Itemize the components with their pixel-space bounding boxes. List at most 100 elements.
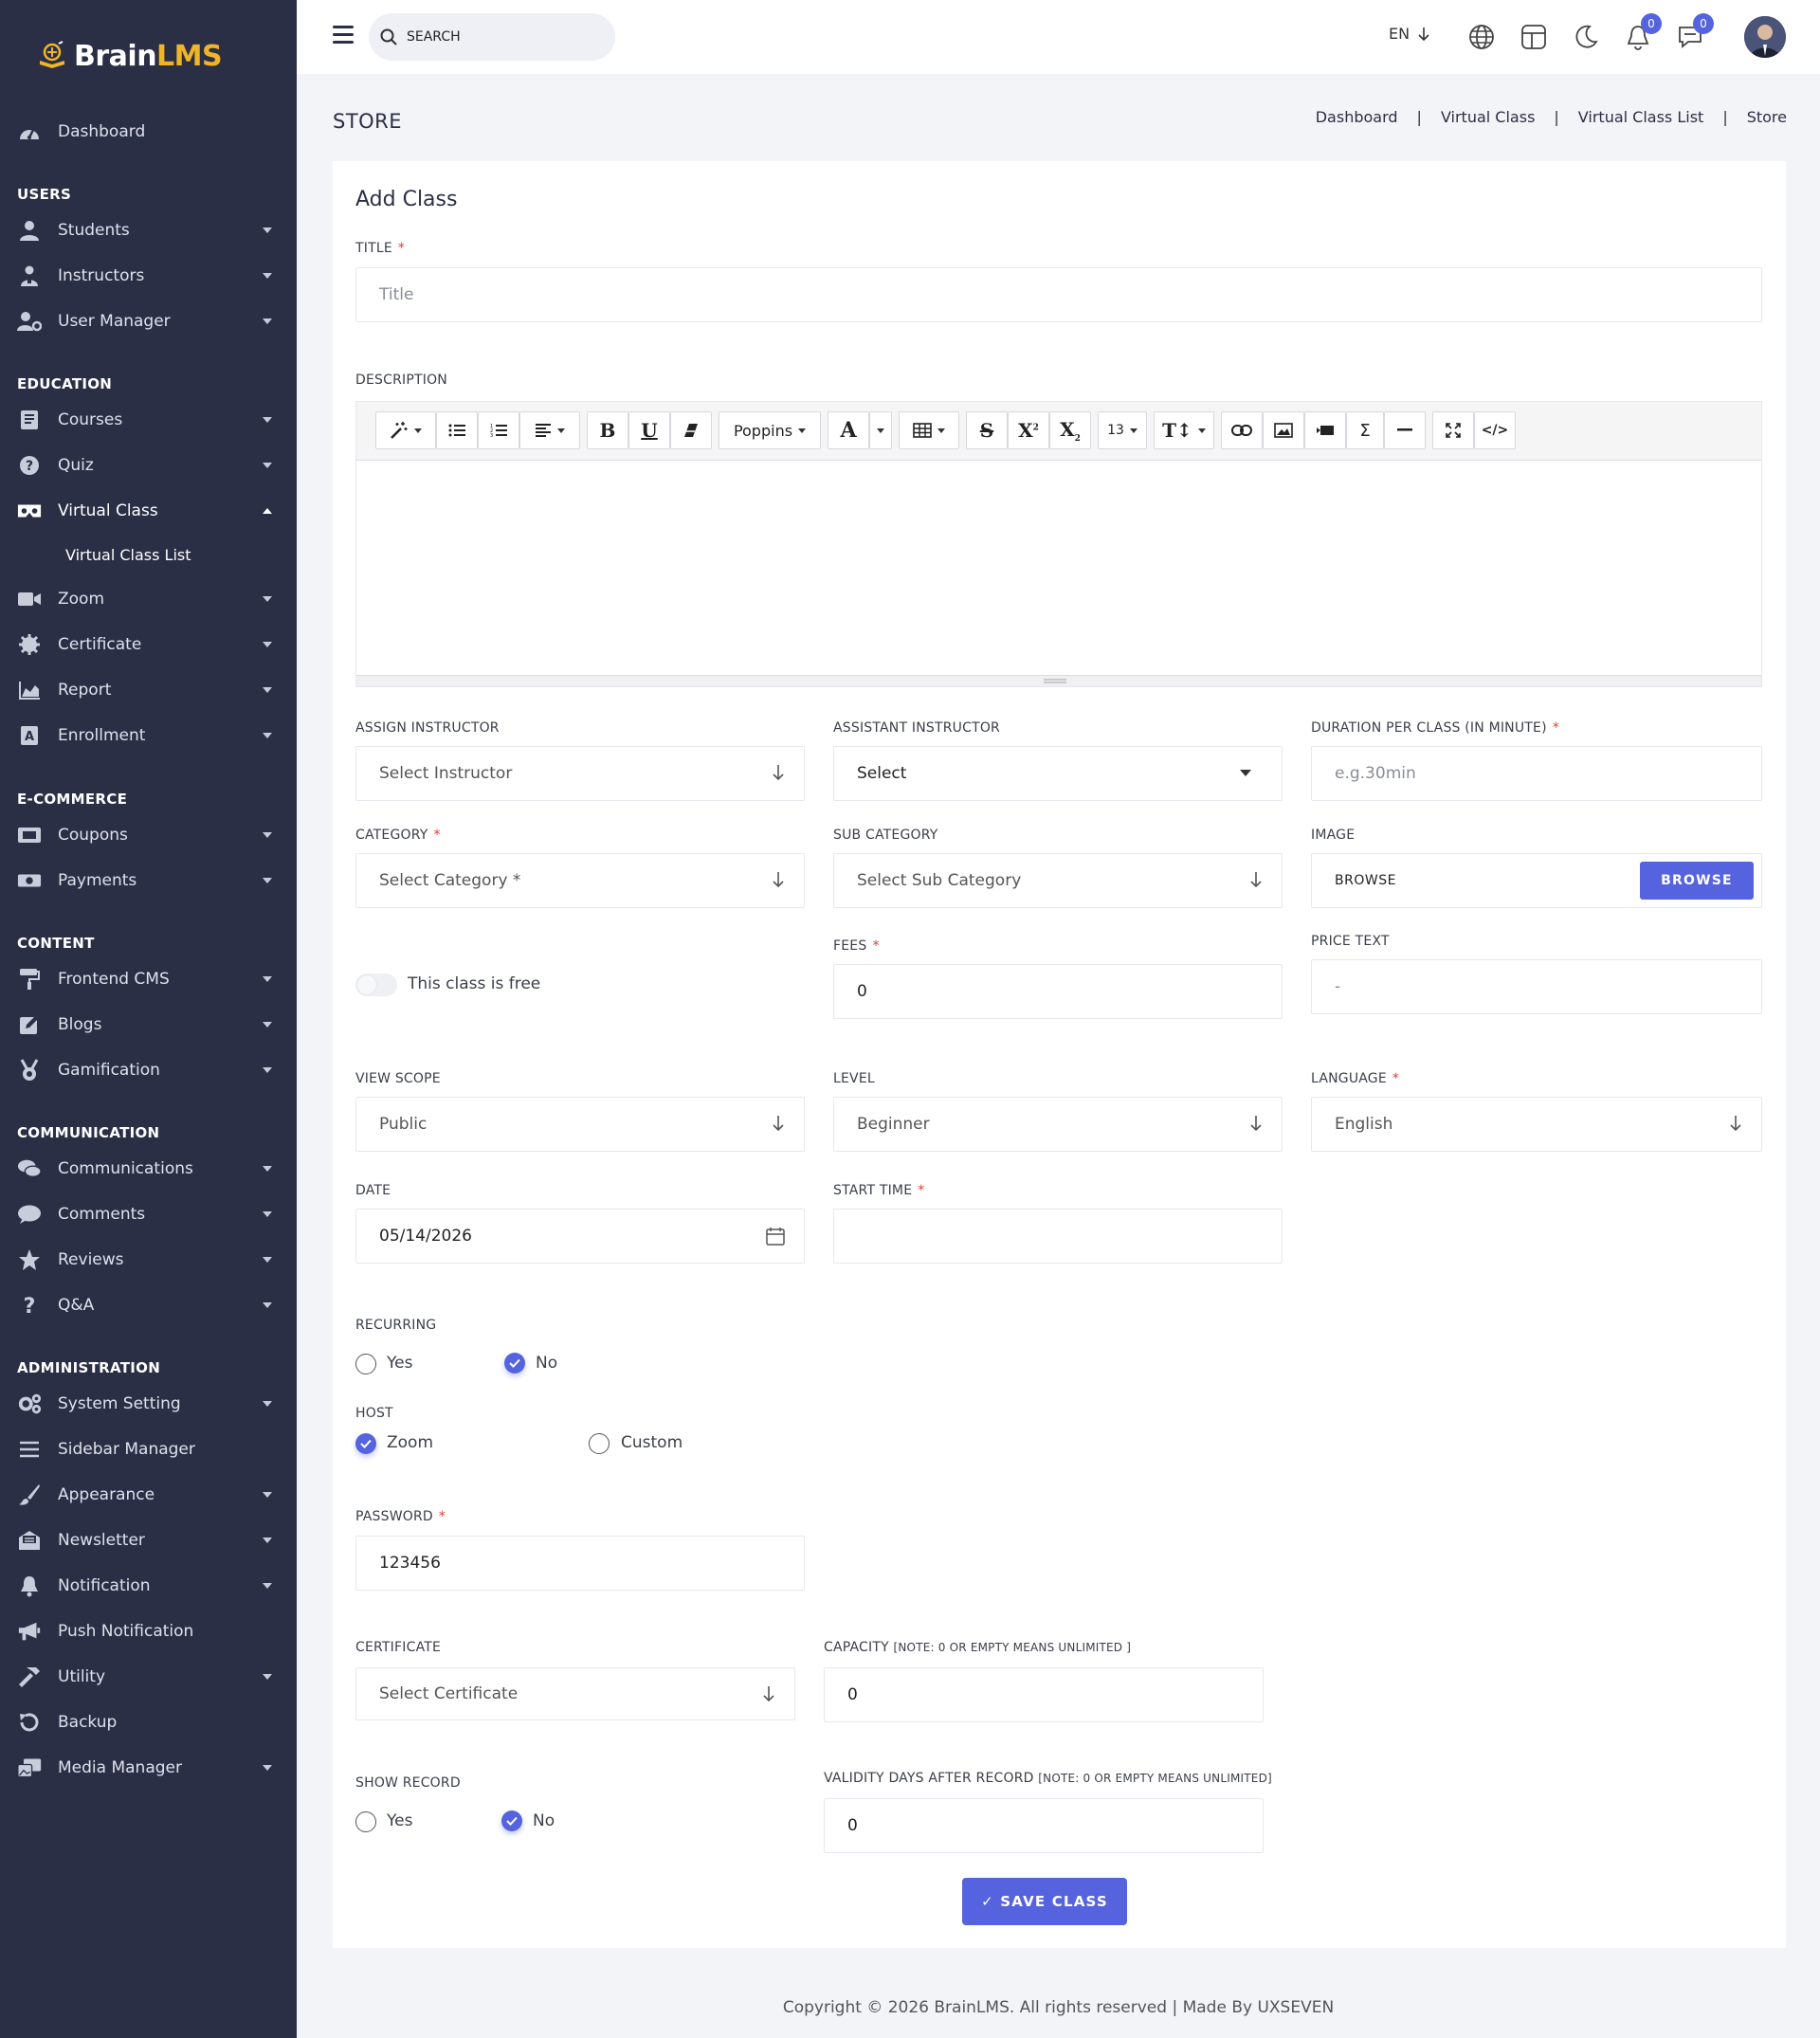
fees-input[interactable]: 0 [833, 964, 1283, 1019]
search-input[interactable] [407, 29, 596, 45]
recurring-yes-radio[interactable] [355, 1354, 376, 1374]
sidebar-item-certificate[interactable]: Certificate [0, 626, 297, 664]
horizontal-rule-button[interactable] [1384, 411, 1426, 449]
level-select[interactable]: Beginner [833, 1097, 1283, 1152]
sidebar-item-instructors[interactable]: Instructors [0, 257, 297, 295]
magic-style-button[interactable] [375, 411, 436, 449]
view-scope-select[interactable]: Public [355, 1097, 805, 1152]
start-time-input[interactable] [833, 1209, 1283, 1264]
sidebar-item-quiz[interactable]: ? Quiz [0, 446, 297, 484]
sidebar-subitem-virtual-class-list[interactable]: Virtual Class List [65, 546, 191, 564]
sidebar-item-newsletter[interactable]: Newsletter [0, 1521, 297, 1559]
sidebar-item-media-manager[interactable]: Media Manager [0, 1749, 297, 1787]
sidebar-item-blogs[interactable]: Blogs [0, 1006, 297, 1044]
menu-toggle-icon[interactable] [333, 26, 354, 44]
paragraph-align-button[interactable] [519, 411, 580, 449]
table-button[interactable] [899, 411, 959, 449]
sidebar-item-push-notification[interactable]: Push Notification [0, 1612, 297, 1650]
sidebar-item-dashboard[interactable]: Dashboard [0, 113, 297, 151]
search-box[interactable] [369, 13, 615, 61]
sidebar-item-coupons[interactable]: Coupons [0, 816, 297, 854]
browse-button[interactable]: BROWSE [1640, 862, 1754, 900]
show-record-yes-radio[interactable] [355, 1811, 376, 1832]
font-family-button[interactable]: Poppins [719, 411, 821, 449]
breadcrumb-virtual-class[interactable]: Virtual Class [1441, 108, 1535, 126]
language-selector[interactable]: EN [1389, 25, 1430, 43]
arrow-down-icon [1730, 1116, 1741, 1132]
sidebar-item-qa[interactable]: ? Q&A [0, 1286, 297, 1324]
breadcrumb-virtual-class-list[interactable]: Virtual Class List [1578, 108, 1704, 126]
sidebar-item-user-manager[interactable]: User Manager [0, 302, 297, 340]
sidebar-item-utility[interactable]: Utility [0, 1658, 297, 1696]
sidebar-item-system-setting[interactable]: System Setting [0, 1385, 297, 1423]
sidebar-item-enrollment[interactable]: A Enrollment [0, 717, 297, 755]
assign-instructor-select[interactable]: Select Instructor [355, 746, 805, 801]
font-color-dropdown[interactable] [869, 411, 892, 449]
dark-mode-icon[interactable] [1572, 23, 1600, 51]
minus-icon [1397, 428, 1412, 431]
layout-icon[interactable] [1520, 23, 1548, 51]
editor-resize-handle[interactable] [356, 675, 1761, 686]
font-size-button[interactable]: 13 [1098, 411, 1147, 449]
notifications-bell-icon[interactable]: 0 [1624, 13, 1662, 51]
image-file-input[interactable]: BROWSE BROWSE [1311, 853, 1762, 908]
duration-input[interactable]: e.g.30min [1311, 746, 1762, 801]
save-class-button[interactable]: ✓ SAVE CLASS [962, 1878, 1127, 1925]
subscript-button[interactable]: X2 [1049, 411, 1091, 449]
assistant-instructor-select[interactable]: Select [833, 746, 1283, 801]
video-button[interactable] [1304, 411, 1346, 449]
title-input[interactable]: Title [355, 267, 1762, 322]
free-class-toggle[interactable] [355, 974, 397, 996]
sidebar-item-appearance[interactable]: Appearance [0, 1476, 297, 1514]
link-button[interactable] [1221, 411, 1263, 449]
sidebar-item-students[interactable]: Students [0, 211, 297, 249]
certificate-select[interactable]: Select Certificate [355, 1667, 795, 1720]
globe-icon[interactable] [1467, 23, 1496, 51]
editor-content-area[interactable] [356, 461, 1761, 677]
sidebar-item-report[interactable]: Report [0, 671, 297, 709]
sidebar-item-sidebar-manager[interactable]: Sidebar Manager [0, 1430, 297, 1468]
line-height-button[interactable]: T↕ [1154, 411, 1214, 449]
messages-icon[interactable]: 0 [1676, 13, 1714, 51]
bold-button[interactable]: B [587, 411, 628, 449]
font-color-button[interactable]: A [828, 411, 869, 449]
sidebar-item-backup[interactable]: Backup [0, 1703, 297, 1741]
show-record-no-radio[interactable] [501, 1811, 522, 1831]
clear-format-button[interactable] [670, 411, 712, 449]
underline-button[interactable]: U [628, 411, 670, 449]
sidebar-item-virtual-class[interactable]: Virtual Class [0, 492, 297, 530]
unordered-list-button[interactable] [436, 411, 478, 449]
ordered-list-button[interactable]: 123 [478, 411, 519, 449]
recurring-no-radio[interactable] [504, 1353, 525, 1374]
date-input[interactable]: 05/14/2026 [355, 1209, 805, 1264]
capacity-input[interactable]: 0 [824, 1667, 1264, 1722]
image-button[interactable] [1263, 411, 1304, 449]
sidebar-item-zoom[interactable]: Zoom [0, 580, 297, 618]
category-select[interactable]: Select Category * [355, 853, 805, 908]
validity-input[interactable]: 0 [824, 1798, 1264, 1853]
password-input[interactable]: 123456 [355, 1536, 805, 1591]
level-label: LEVEL [833, 1071, 875, 1086]
host-zoom-radio[interactable] [355, 1433, 376, 1454]
sidebar-item-reviews[interactable]: Reviews [0, 1241, 297, 1279]
sidebar-item-frontend-cms[interactable]: Frontend CMS [0, 960, 297, 998]
sidebar-item-comments[interactable]: Comments [0, 1195, 297, 1233]
sidebar-item-communications[interactable]: Communications [0, 1150, 297, 1188]
code-view-button[interactable]: </> [1474, 411, 1516, 449]
sub-category-select[interactable]: Select Sub Category [833, 853, 1283, 908]
calendar-icon[interactable] [766, 1227, 785, 1246]
brand-logo[interactable]: BrainLMS [36, 34, 223, 78]
sidebar-item-courses[interactable]: Courses [0, 401, 297, 439]
strikethrough-button[interactable]: S [966, 411, 1008, 449]
sidebar-item-payments[interactable]: Payments [0, 862, 297, 900]
fullscreen-button[interactable] [1432, 411, 1474, 449]
language-select[interactable]: English [1311, 1097, 1762, 1152]
breadcrumb-dashboard[interactable]: Dashboard [1316, 108, 1398, 126]
math-button[interactable]: Σ [1346, 411, 1384, 449]
host-custom-radio[interactable] [589, 1433, 610, 1454]
user-avatar[interactable] [1744, 16, 1786, 58]
sidebar-item-notification[interactable]: Notification [0, 1567, 297, 1605]
sidebar-item-gamification[interactable]: Gamification [0, 1051, 297, 1089]
superscript-button[interactable]: X2 [1008, 411, 1049, 449]
price-text-input[interactable]: - [1311, 959, 1762, 1014]
